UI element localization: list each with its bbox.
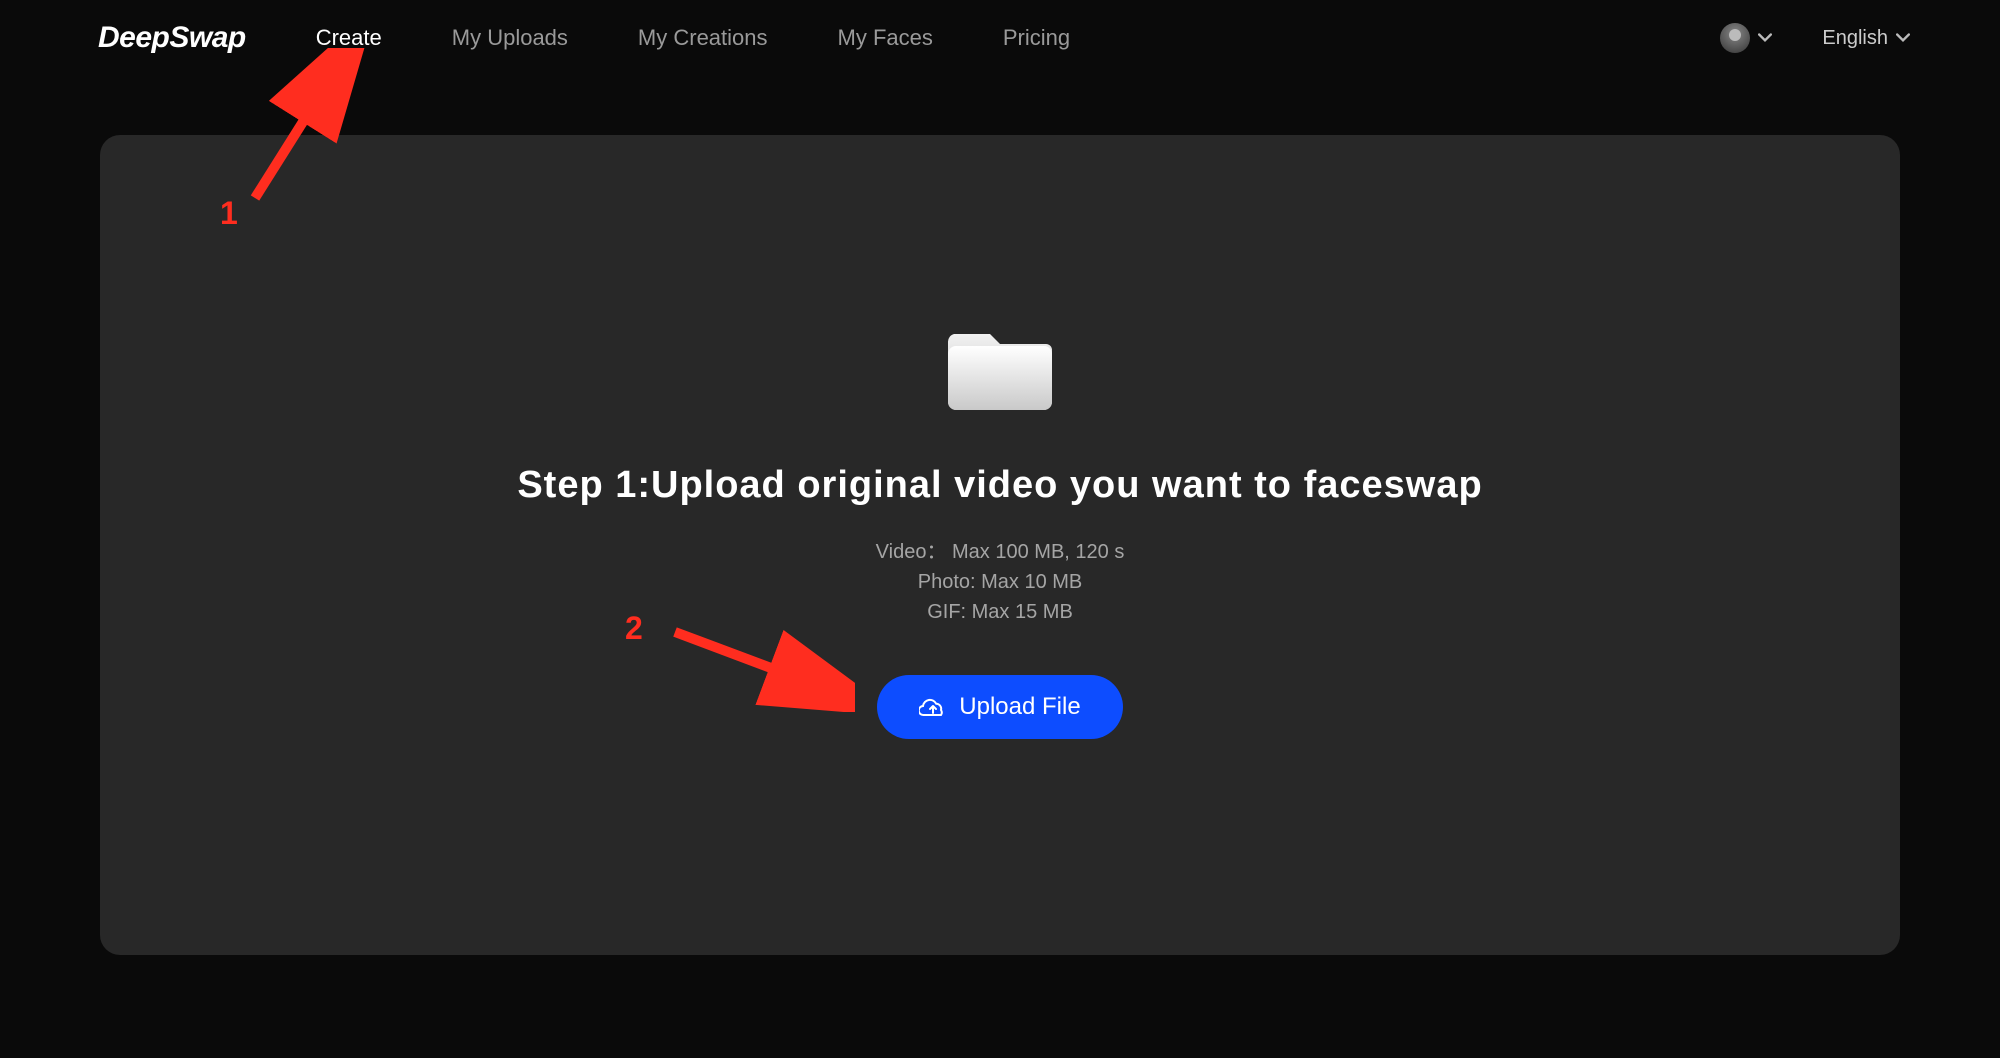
step-heading: Step 1:Upload original video you want to… [517, 464, 1482, 507]
header: DeepSwap Create My Uploads My Creations … [0, 0, 2000, 76]
limit-video: Video： Max 100 MB, 120 s [876, 537, 1125, 567]
header-right: English [1720, 23, 1910, 53]
upload-limits: Video： Max 100 MB, 120 s Photo: Max 10 M… [876, 537, 1125, 627]
annotation-number-2: 2 [625, 610, 643, 647]
folder-icon [948, 320, 1052, 414]
nav-create[interactable]: Create [316, 25, 382, 51]
logo[interactable]: DeepSwap [98, 21, 246, 55]
nav-my-uploads[interactable]: My Uploads [452, 25, 568, 51]
nav-my-faces[interactable]: My Faces [838, 25, 933, 51]
cloud-upload-icon [919, 696, 947, 718]
upload-panel: Step 1:Upload original video you want to… [100, 135, 1900, 955]
language-selector[interactable]: English [1822, 27, 1910, 50]
chevron-down-icon [1758, 31, 1772, 45]
limit-gif: GIF: Max 15 MB [876, 597, 1125, 627]
upload-file-label: Upload File [959, 693, 1080, 721]
annotation-number-1: 1 [220, 195, 238, 232]
language-label: English [1822, 27, 1888, 50]
nav-pricing[interactable]: Pricing [1003, 25, 1070, 51]
upload-file-button[interactable]: Upload File [877, 675, 1122, 739]
nav-my-creations[interactable]: My Creations [638, 25, 768, 51]
account-menu[interactable] [1720, 23, 1772, 53]
avatar-icon [1720, 23, 1750, 53]
nav: Create My Uploads My Creations My Faces … [316, 25, 1721, 51]
limit-photo: Photo: Max 10 MB [876, 567, 1125, 597]
chevron-down-icon [1896, 31, 1910, 45]
